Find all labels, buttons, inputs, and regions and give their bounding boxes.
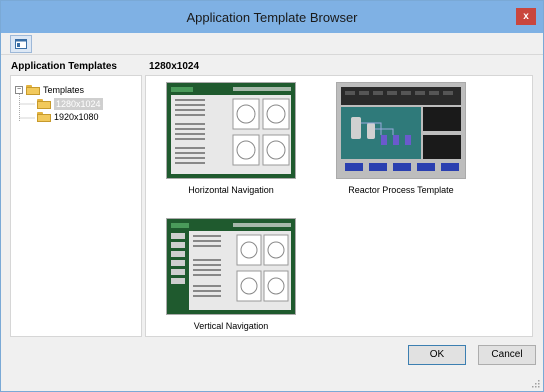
close-button[interactable]: x [516,8,536,25]
collapse-icon[interactable]: − [15,86,23,94]
template-thumbnail [166,82,296,179]
tree-node-label: Templates [43,85,85,95]
template-caption: Horizontal Navigation [188,185,274,195]
panel-view-button[interactable] [10,35,32,53]
template-thumbnail [336,82,466,179]
template-card-horizontal-navigation[interactable]: Horizontal Navigation [166,82,296,202]
cancel-button[interactable]: Cancel [478,345,536,365]
resolution-pane-header: 1280x1024 [149,61,200,72]
tree-node-1280x1024[interactable]: 1280x1024 [37,98,137,110]
resize-grip-icon[interactable] [532,380,540,388]
ok-button[interactable]: OK [408,345,466,365]
tree-node-1920x1080[interactable]: 1920x1080 [37,111,137,123]
template-caption: Vertical Navigation [193,321,269,331]
templates-pane-header: Application Templates [11,61,117,72]
folder-icon [37,99,51,109]
folder-icon [37,112,51,122]
template-gallery: Horizontal Navigation Reactor Process Te… [145,75,533,337]
toolbar [1,33,543,55]
tree-node-label: 1920x1080 [54,112,99,122]
title-bar[interactable]: Application Template Browser x [1,1,543,33]
template-card-vertical-navigation[interactable]: Vertical Navigation [166,218,296,338]
template-caption: Reactor Process Template [348,185,454,195]
template-card-reactor-process[interactable]: Reactor Process Template [336,82,466,202]
dialog-window: Application Template Browser x Applicati… [0,0,544,392]
window-title: Application Template Browser [186,10,358,25]
template-thumbnail [166,218,296,315]
template-tree[interactable]: − Templates 1280x1024 1920x1080 [10,75,142,337]
tree-node-label: 1280x1024 [54,98,103,110]
panel-view-icon [15,39,27,49]
